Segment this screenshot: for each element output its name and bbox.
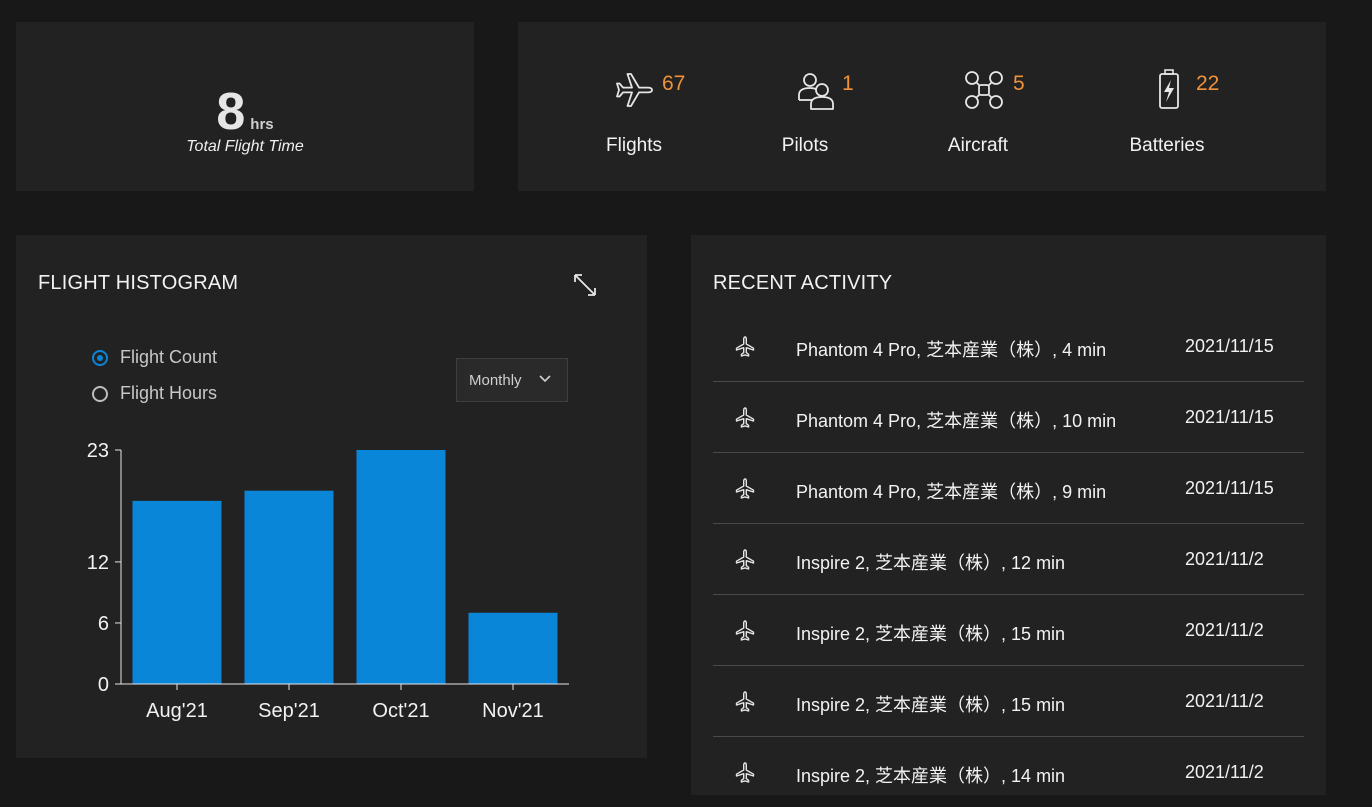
total-flight-time-label: Total Flight Time — [186, 138, 304, 155]
activity-description: Inspire 2, 芝本産業（株）, 15 min — [796, 695, 1066, 715]
stat-batteries-label: Batteries — [1129, 135, 1205, 156]
activity-row[interactable]: Phantom 4 Pro, 芝本産業（株）, 10 min 2021/11/15 — [713, 382, 1304, 453]
activity-row[interactable]: Inspire 2, 芝本産業（株）, 12 min 2021/11/2 — [713, 524, 1304, 595]
activity-date: 2021/11/2 — [1185, 549, 1264, 569]
airplane-icon — [735, 620, 755, 641]
airplane-icon — [735, 691, 755, 712]
drone-icon — [965, 71, 1003, 109]
activity-date: 2021/11/15 — [1185, 336, 1274, 356]
stat-batteries[interactable]: 22 Batteries — [1087, 22, 1247, 191]
stat-aircraft-value: 5 — [1013, 72, 1025, 95]
y-tick-label: 0 — [98, 674, 109, 696]
stat-pilots-label: Pilots — [781, 135, 829, 156]
total-flight-time-card: 8 hrs Total Flight Time — [16, 22, 474, 191]
activity-description: Phantom 4 Pro, 芝本産業（株）, 10 min — [796, 411, 1117, 431]
activity-description: Phantom 4 Pro, 芝本産業（株）, 9 min — [796, 482, 1107, 502]
stat-flights[interactable]: 67 Flights — [554, 22, 714, 191]
airplane-icon — [735, 478, 755, 499]
activity-row[interactable]: Inspire 2, 芝本産業（株）, 15 min 2021/11/2 — [713, 666, 1304, 737]
recent-activity-card: RECENT ACTIVITY Phantom 4 Pro, 芝本産業（株）, … — [691, 235, 1326, 795]
flight-histogram-card: FLIGHT HISTOGRAM Flight Count Flight Hou… — [16, 235, 647, 758]
y-tick-label: 12 — [87, 552, 109, 574]
y-tick-label: 6 — [98, 613, 109, 635]
stat-pilots-value: 1 — [842, 72, 854, 95]
x-tick-label: Nov'21 — [482, 700, 544, 722]
activity-description: Inspire 2, 芝本産業（株）, 14 min — [796, 766, 1066, 786]
activity-row[interactable]: Phantom 4 Pro, 芝本産業（株）, 9 min 2021/11/15 — [713, 453, 1304, 524]
total-flight-time-unit: hrs — [250, 116, 274, 133]
activity-row[interactable]: Inspire 2, 芝本産業（株）, 14 min 2021/11/2 — [713, 737, 1304, 807]
chart-bar — [356, 450, 446, 684]
activity-description: Inspire 2, 芝本産業（株）, 15 min — [796, 624, 1066, 644]
airplane-icon — [735, 336, 755, 357]
stat-flights-value: 67 — [662, 72, 686, 95]
stats-card: 67 Flights 1 Pilots 5 Aircraft 22 Batter… — [518, 22, 1326, 191]
stat-batteries-value: 22 — [1196, 72, 1220, 95]
activity-row[interactable]: Inspire 2, 芝本産業（株）, 15 min 2021/11/2 — [713, 595, 1304, 666]
activity-description: Inspire 2, 芝本産業（株）, 12 min — [796, 553, 1066, 573]
flight-histogram-chart: Aug'21 Sep'21 Oct'21 Nov'21 0 6 12 23 — [87, 440, 569, 722]
stat-aircraft-label: Aircraft — [947, 135, 1009, 156]
total-flight-time-value: 8 — [216, 83, 247, 141]
total-flight-time: 8 hrs — [16, 82, 474, 142]
airplane-icon — [735, 407, 755, 428]
pilots-icon — [798, 73, 834, 110]
battery-icon — [1159, 69, 1179, 109]
activity-description: Phantom 4 Pro, 芝本産業（株）, 4 min — [796, 340, 1107, 360]
activity-date: 2021/11/15 — [1185, 478, 1274, 498]
chart-bar — [244, 490, 334, 684]
x-tick-label: Aug'21 — [146, 700, 208, 722]
airplane-icon — [735, 549, 755, 570]
y-tick-label: 23 — [87, 440, 109, 462]
activity-date: 2021/11/2 — [1185, 691, 1264, 711]
x-tick-label: Oct'21 — [372, 700, 429, 722]
chart-bar — [132, 500, 222, 684]
activity-date: 2021/11/2 — [1185, 620, 1264, 640]
activity-date: 2021/11/15 — [1185, 407, 1274, 427]
activity-date: 2021/11/2 — [1185, 762, 1264, 782]
stat-pilots[interactable]: 1 Pilots — [725, 22, 885, 191]
stat-aircraft[interactable]: 5 Aircraft — [898, 22, 1058, 191]
recent-activity-title: RECENT ACTIVITY — [713, 272, 893, 294]
chart-bar — [468, 612, 558, 684]
stat-flights-label: Flights — [606, 135, 662, 156]
activity-row[interactable]: Phantom 4 Pro, 芝本産業（株）, 4 min 2021/11/15 — [713, 311, 1304, 382]
x-tick-label: Sep'21 — [258, 700, 320, 722]
airplane-icon — [616, 73, 653, 107]
airplane-icon — [735, 762, 755, 783]
